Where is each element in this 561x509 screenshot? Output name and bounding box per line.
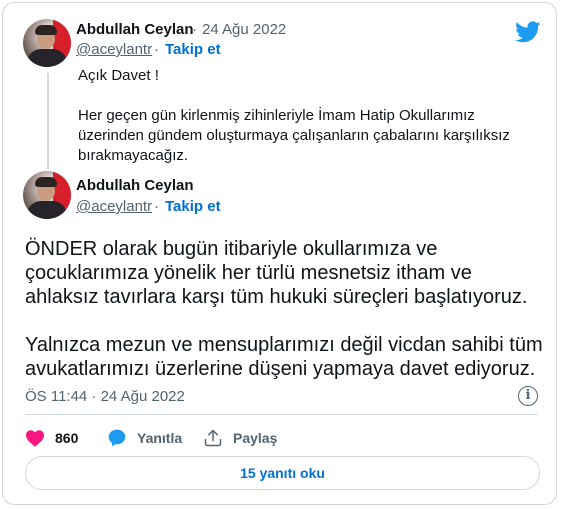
share-upload-icon xyxy=(204,429,222,447)
avatar[interactable] xyxy=(23,19,71,67)
info-icon[interactable]: i xyxy=(518,386,538,406)
quoted-tweet-text-line2: Her geçen gün kirlenmiş zihinleriyle İma… xyxy=(78,107,510,164)
share-button[interactable]: Paylaş xyxy=(203,427,277,449)
heart-icon xyxy=(26,430,44,447)
quoted-follow-separator: · xyxy=(154,41,159,58)
quoted-date[interactable]: 24 Ağu 2022 xyxy=(202,21,286,38)
quoted-follow-button[interactable]: Takip et xyxy=(165,41,221,58)
follow-separator: · xyxy=(154,198,159,215)
avatar-hair-shape xyxy=(35,177,57,187)
speech-bubble-icon xyxy=(108,429,126,447)
tweet-paragraph: ÖNDER olarak bugün itibariyle okullarımı… xyxy=(25,238,528,308)
like-count: 860 xyxy=(55,430,79,446)
avatar-hair-shape xyxy=(35,25,57,35)
tweet-timestamp[interactable]: ÖS 11:44 · 24 Ağu 2022 xyxy=(25,388,185,405)
reply-button[interactable]: Yanıtla xyxy=(107,427,182,449)
quoted-handle[interactable]: @aceylantr xyxy=(76,41,152,58)
avatar[interactable] xyxy=(23,171,71,219)
avatar-suit-shape xyxy=(27,201,67,219)
author-handle[interactable]: @aceylantr xyxy=(76,198,152,215)
read-replies-button[interactable]: 15 yanıtı oku xyxy=(25,456,540,490)
tweet-embed-card: Abdullah Ceylan · 24 Ağu 2022 @aceylantr… xyxy=(2,2,557,505)
tweet-paragraph: Yalnızca mezun ve mensuplarımızı değil v… xyxy=(25,334,543,380)
follow-button[interactable]: Takip et xyxy=(165,198,221,215)
tweet-text: ÖNDER olarak bugün itibariyle okullarımı… xyxy=(25,237,545,381)
quoted-date-separator: · xyxy=(192,21,197,38)
avatar-suit-shape xyxy=(27,49,67,67)
author-name[interactable]: Abdullah Ceylan xyxy=(76,177,194,194)
quoted-author-name[interactable]: Abdullah Ceylan xyxy=(76,21,194,38)
thread-connector-line xyxy=(47,73,49,169)
twitter-bird-icon[interactable] xyxy=(515,21,541,43)
like-button[interactable]: 860 xyxy=(25,427,78,449)
divider xyxy=(25,414,538,415)
quoted-tweet-text-line1: Açık Davet ! xyxy=(78,67,159,84)
share-label: Paylaş xyxy=(233,430,278,446)
read-replies-label: 15 yanıtı oku xyxy=(240,465,325,481)
reply-label: Yanıtla xyxy=(137,430,183,446)
